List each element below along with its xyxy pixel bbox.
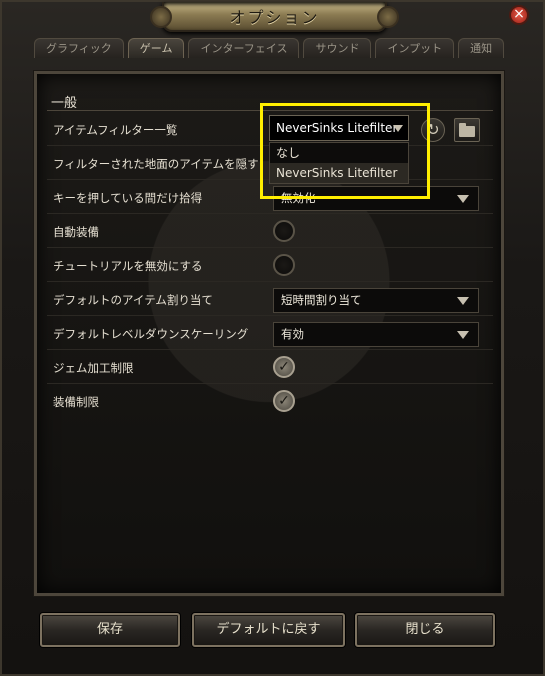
default-item-allocation-label: デフォルトのアイテム割り当て <box>53 293 213 307</box>
tab-notifications[interactable]: 通知 <box>458 38 505 58</box>
section-divider <box>47 110 493 111</box>
setting-row-hold-to-pickup: キーを押している間だけ拾得 無効化 <box>47 181 493 214</box>
default-level-downscaling-select[interactable]: 有効 <box>273 322 479 347</box>
reset-default-button[interactable]: デフォルトに戻す <box>192 613 345 647</box>
tab-sound[interactable]: サウンド <box>303 38 372 58</box>
setting-row-gem-crafting-limit: ジェム加工制限 ✓ <box>47 351 493 384</box>
window-title-plaque: オプション <box>150 2 399 32</box>
default-level-downscaling-label: デフォルトレベルダウンスケーリング <box>53 327 249 341</box>
close-icon[interactable]: × <box>509 5 529 25</box>
hold-to-pickup-label: キーを押している間だけ拾得 <box>53 191 203 205</box>
close-button[interactable]: 閉じる <box>355 613 495 647</box>
default-level-downscaling-value: 有効 <box>281 327 304 341</box>
chevron-down-icon <box>457 297 469 305</box>
gem-crafting-limit-checkbox[interactable]: ✓ <box>273 356 295 378</box>
default-item-allocation-select[interactable]: 短時間割り当て <box>273 288 479 313</box>
setting-row-disable-tutorials: チュートリアルを無効にする <box>47 249 493 282</box>
check-icon: ✓ <box>278 359 290 375</box>
setting-row-equipment-limit: 装備制限 ✓ <box>47 385 493 418</box>
tab-graphics[interactable]: グラフィック <box>34 38 124 58</box>
save-button[interactable]: 保存 <box>40 613 180 647</box>
setting-row-default-item-allocation: デフォルトのアイテム割り当て 短時間割り当て <box>47 283 493 316</box>
setting-row-default-level-downscaling: デフォルトレベルダウンスケーリング 有効 <box>47 317 493 350</box>
disable-tutorials-checkbox[interactable] <box>273 254 295 276</box>
item-filter-label: アイテムフィルター一覧 <box>53 123 178 137</box>
chevron-down-icon <box>457 331 469 339</box>
hold-to-pickup-select[interactable]: 無効化 <box>273 186 479 211</box>
default-item-allocation-value: 短時間割り当て <box>281 293 362 307</box>
disable-tutorials-label: チュートリアルを無効にする <box>53 259 203 273</box>
tab-bar: グラフィック ゲーム インターフェイス サウンド インプット 通知 <box>34 38 505 58</box>
tab-interface[interactable]: インターフェイス <box>188 38 300 58</box>
window-title: オプション <box>229 8 320 27</box>
tab-input[interactable]: インプット <box>375 38 455 58</box>
options-window: オプション × グラフィック ゲーム インターフェイス サウンド インプット 通… <box>0 0 545 676</box>
item-filter-value: NeverSinks Litefilter <box>276 121 398 135</box>
dropdown-option-none[interactable]: なし <box>270 143 408 163</box>
auto-equip-label: 自動装備 <box>53 225 99 239</box>
settings-panel: 一般 アイテムフィルター一覧 フィルターされた地面のアイテムを隠す キーを押して… <box>34 71 504 596</box>
hide-ground-items-label: フィルターされた地面のアイテムを隠す <box>53 157 259 171</box>
item-filter-select[interactable]: NeverSinks Litefilter <box>269 115 409 141</box>
folder-shape <box>459 123 475 137</box>
section-title: 一般 <box>51 96 78 111</box>
hold-to-pickup-value: 無効化 <box>281 191 316 205</box>
check-icon: ✓ <box>278 393 290 409</box>
auto-equip-checkbox[interactable] <box>273 220 295 242</box>
equipment-limit-checkbox[interactable]: ✓ <box>273 390 295 412</box>
equipment-limit-label: 装備制限 <box>53 395 99 409</box>
item-filter-dropdown-list: なし NeverSinks Litefilter <box>269 142 409 184</box>
folder-icon[interactable] <box>454 118 480 142</box>
chevron-down-icon <box>457 195 469 203</box>
tab-game[interactable]: ゲーム <box>127 38 185 58</box>
chevron-down-icon <box>393 125 403 132</box>
dropdown-option-neversinks[interactable]: NeverSinks Litefilter <box>270 163 408 183</box>
gem-crafting-limit-label: ジェム加工制限 <box>53 361 134 375</box>
setting-row-auto-equip: 自動装備 <box>47 215 493 248</box>
reload-icon[interactable]: ↻ <box>421 118 445 142</box>
